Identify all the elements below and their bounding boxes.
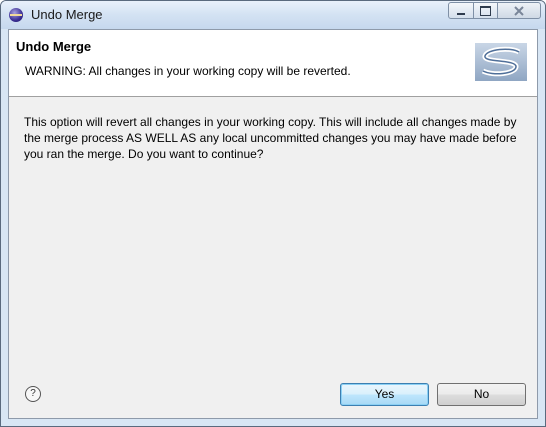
- confirmation-message: This option will revert all changes in y…: [24, 115, 517, 161]
- warning-message: WARNING: All changes in your working cop…: [25, 64, 351, 78]
- undo-merge-dialog: Undo Merge Undo Merge WARNING: All chang…: [0, 0, 546, 427]
- maximize-icon: [480, 5, 491, 16]
- eclipse-app-icon: [9, 8, 23, 22]
- minimize-button[interactable]: [448, 2, 474, 19]
- minimize-icon: [457, 12, 465, 15]
- dialog-header: Undo Merge WARNING: All changes in your …: [9, 30, 537, 97]
- maximize-button[interactable]: [473, 2, 498, 19]
- no-button[interactable]: No: [437, 383, 526, 406]
- title-bar[interactable]: Undo Merge: [1, 1, 545, 29]
- close-button[interactable]: [497, 2, 541, 19]
- header-title: Undo Merge: [16, 39, 92, 54]
- window-title: Undo Merge: [31, 7, 103, 22]
- subversion-logo-icon: [475, 43, 527, 81]
- dialog-client-area: Undo Merge WARNING: All changes in your …: [8, 29, 538, 419]
- help-icon[interactable]: ?: [25, 386, 41, 402]
- close-icon: [514, 5, 524, 16]
- yes-button[interactable]: Yes: [340, 383, 429, 406]
